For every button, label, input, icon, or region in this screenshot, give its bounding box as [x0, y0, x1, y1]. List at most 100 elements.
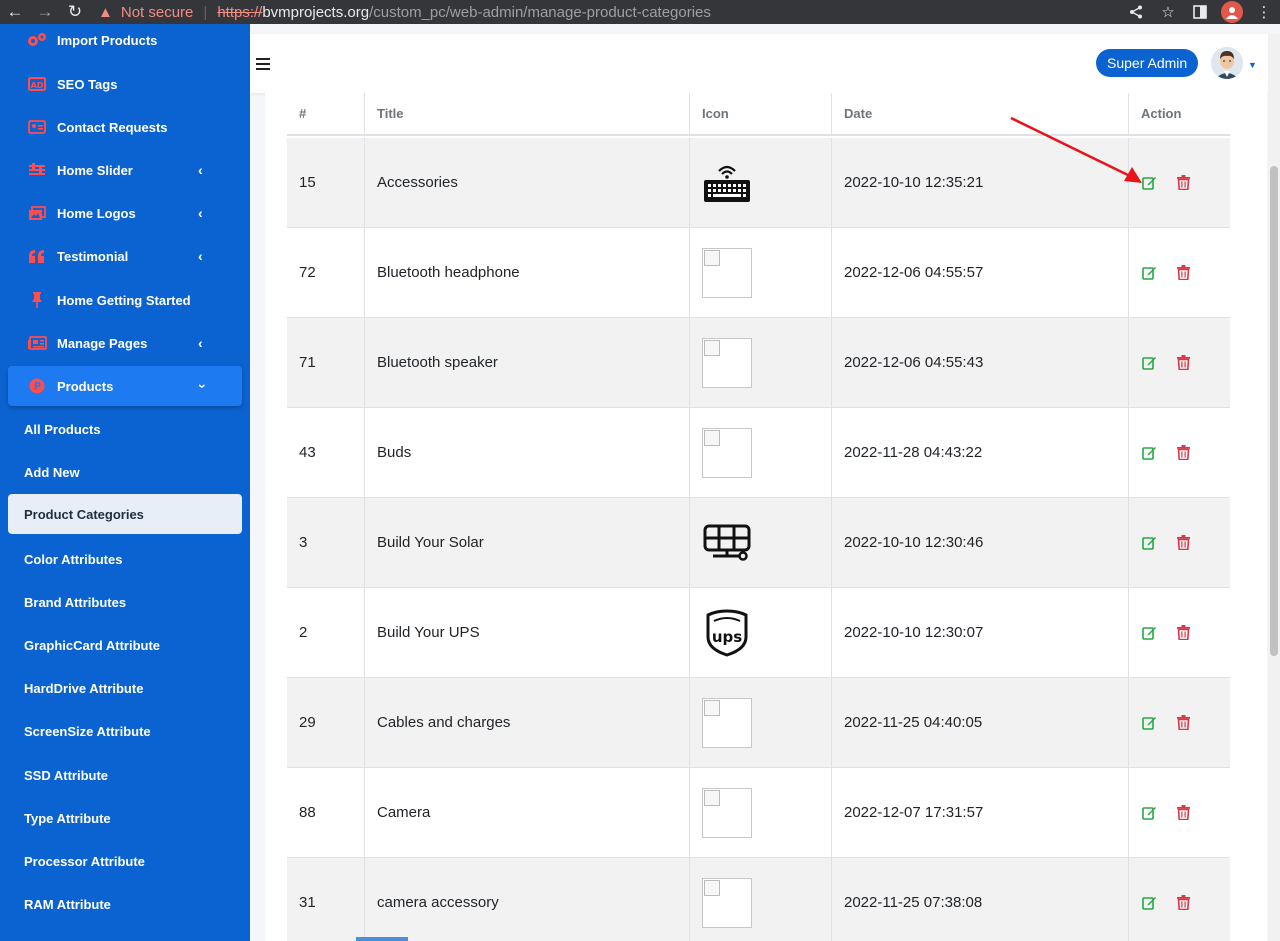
cell-id: 3	[299, 534, 308, 551]
sidebar-item-seo-tags[interactable]: AD SEO Tags	[0, 64, 250, 104]
delete-icon[interactable]	[1175, 805, 1191, 821]
broken-image-icon	[702, 697, 752, 748]
sidebar-subitem-add-new[interactable]: Add New	[0, 452, 250, 492]
edit-icon[interactable]	[1141, 805, 1157, 821]
table-row: 71 Bluetooth speaker 2022-12-06 04:55:43	[287, 318, 1230, 408]
chevron-left-icon: ‹	[198, 205, 203, 221]
cell-date: 2022-11-25 07:38:08	[831, 858, 1128, 941]
sidebar-item-home-slider[interactable]: Home Slider ‹	[0, 150, 250, 190]
forward-icon[interactable]: →	[30, 0, 60, 24]
sidebar-subitem-processor-attribute[interactable]: Processor Attribute	[0, 841, 250, 881]
sidebar-subitem-brand-attributes[interactable]: Brand Attributes	[0, 582, 250, 622]
chevron-left-icon: ‹	[198, 162, 203, 178]
delete-icon[interactable]	[1175, 625, 1191, 641]
svg-text:ups: ups	[712, 628, 742, 646]
edit-icon[interactable]	[1141, 175, 1157, 191]
cell-icon	[689, 318, 831, 407]
sidebar-item-manage-pages[interactable]: Manage Pages ‹	[0, 323, 250, 363]
sidebar-subitem-product-categories[interactable]: Product Categories	[8, 494, 242, 534]
sidebar-subitem-ram-attribute[interactable]: RAM Attribute	[0, 884, 250, 924]
cell-icon	[689, 408, 831, 497]
delete-icon[interactable]	[1175, 355, 1191, 371]
side-panel-icon[interactable]	[1184, 5, 1216, 19]
sidebar-item-label: Manage Pages	[57, 335, 148, 351]
share-icon[interactable]	[1120, 5, 1152, 19]
horizontal-scroll-indicator	[356, 937, 408, 941]
delete-icon[interactable]	[1175, 175, 1191, 191]
column-header-icon[interactable]: Icon	[689, 93, 831, 134]
delete-icon[interactable]	[1175, 265, 1191, 281]
back-icon[interactable]: ←	[0, 0, 30, 24]
chevron-left-icon: ‹	[198, 335, 203, 351]
sidebar-item-label: Testimonial	[57, 248, 129, 264]
delete-icon[interactable]	[1175, 445, 1191, 461]
sidebar-subitem-harddrive-attribute[interactable]: HardDrive Attribute	[0, 668, 250, 708]
url-scheme: https://	[217, 3, 263, 21]
edit-icon[interactable]	[1141, 715, 1157, 731]
cell-actions	[1128, 588, 1230, 677]
categories-table-body: 15 Accessories 2022-10-10 12:35:21 72 Bl…	[287, 138, 1230, 941]
sidebar-item-home-getting-started[interactable]: Home Getting Started	[0, 280, 250, 320]
security-label: Not secure	[120, 3, 194, 21]
column-header-number[interactable]: #	[287, 93, 364, 134]
sidebar-item-label: Home Getting Started	[57, 292, 191, 308]
profile-icon[interactable]	[1216, 1, 1248, 23]
address-bar[interactable]: ▲ Not secure | https://bvmprojects.org/c…	[98, 4, 1120, 21]
bookmark-star-icon[interactable]: ☆	[1152, 3, 1184, 21]
delete-icon[interactable]	[1175, 535, 1191, 551]
cell-date: 2022-12-06 04:55:57	[831, 228, 1128, 317]
cell-actions	[1128, 228, 1230, 317]
edit-icon[interactable]	[1141, 445, 1157, 461]
cell-actions	[1128, 408, 1230, 497]
table-row: 29 Cables and charges 2022-11-25 04:40:0…	[287, 678, 1230, 768]
edit-icon[interactable]	[1141, 895, 1157, 911]
sidebar: Import Products AD SEO Tags Contact Requ…	[0, 24, 250, 941]
solar-panel-icon	[702, 518, 752, 568]
cell-title: Camera	[364, 768, 689, 857]
cell-icon	[689, 858, 831, 941]
broken-image-icon	[702, 427, 752, 478]
delete-icon[interactable]	[1175, 895, 1191, 911]
kebab-menu-icon[interactable]: ⋮	[1248, 3, 1280, 21]
sidebar-subitem-graphiccard-attribute[interactable]: GraphicCard Attribute	[0, 625, 250, 665]
sidebar-subitem-ssd-attribute[interactable]: SSD Attribute	[0, 755, 250, 795]
sidebar-item-import-products[interactable]: Import Products	[0, 24, 250, 60]
sidebar-item-label: Products	[57, 378, 114, 394]
column-header-date[interactable]: Date	[831, 93, 1128, 134]
table-header: # Title Icon Date Action	[287, 93, 1230, 136]
product-hunt-icon	[26, 378, 48, 394]
broken-image-icon	[702, 247, 752, 298]
sidebar-subitem-type-attribute[interactable]: Type Attribute	[0, 798, 250, 838]
cell-date: 2022-10-10 12:30:46	[831, 498, 1128, 587]
sidebar-item-products[interactable]: Products ‹	[8, 366, 242, 406]
hamburger-menu-icon[interactable]	[256, 58, 270, 70]
user-menu-button[interactable]: Super Admin	[1096, 49, 1199, 77]
edit-icon[interactable]	[1141, 265, 1157, 281]
table-row: 88 Camera 2022-12-07 17:31:57	[287, 768, 1230, 858]
sliders-icon	[26, 162, 48, 178]
sidebar-item-contact-requests[interactable]: Contact Requests	[0, 107, 250, 147]
sidebar-item-home-logos[interactable]: Home Logos ‹	[0, 193, 250, 233]
thumbtack-icon	[26, 292, 48, 308]
edit-icon[interactable]	[1141, 535, 1157, 551]
page-scrollbar[interactable]	[1268, 34, 1280, 941]
sidebar-subitem-color-attributes[interactable]: Color Attributes	[0, 539, 250, 579]
sidebar-item-testimonial[interactable]: Testimonial ‹	[0, 236, 250, 276]
reload-icon[interactable]: ↻	[60, 0, 90, 24]
sidebar-subitem-screensize-attribute[interactable]: ScreenSize Attribute	[0, 711, 250, 751]
images-icon	[26, 205, 48, 221]
edit-icon[interactable]	[1141, 625, 1157, 641]
cell-title: Bluetooth headphone	[364, 228, 689, 317]
cell-actions	[1128, 318, 1230, 407]
edit-icon[interactable]	[1141, 355, 1157, 371]
delete-icon[interactable]	[1175, 715, 1191, 731]
caret-down-icon[interactable]: ▼	[1248, 60, 1257, 70]
scrollbar-thumb[interactable]	[1270, 166, 1278, 656]
table-row: 31 camera accessory 2022-11-25 07:38:08	[287, 858, 1230, 941]
column-header-action: Action	[1128, 93, 1230, 134]
column-header-title[interactable]: Title	[364, 93, 689, 134]
url-path: /custom_pc/web-admin/manage-product-cate…	[369, 3, 711, 21]
newspaper-icon	[26, 335, 48, 351]
sidebar-subitem-all-products[interactable]: All Products	[0, 409, 250, 449]
avatar[interactable]	[1211, 47, 1243, 79]
